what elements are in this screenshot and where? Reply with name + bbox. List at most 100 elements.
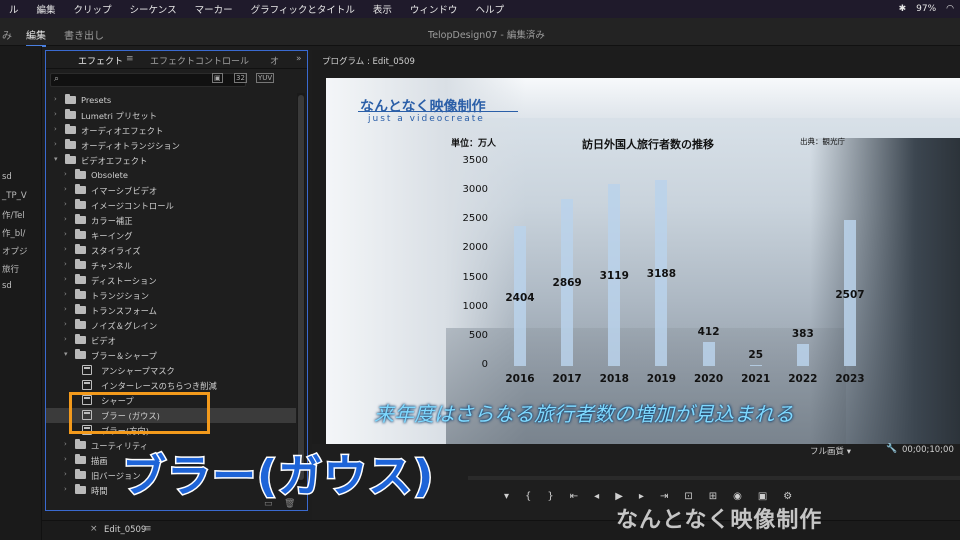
playback-timeline[interactable] [468, 476, 960, 480]
chevron-right-icon[interactable]: › [64, 230, 67, 238]
menu-item-0[interactable]: ル [0, 2, 28, 16]
project-item[interactable]: 作_bl/ [2, 227, 25, 239]
y-tick-label: 1500 [462, 271, 488, 283]
mark-in-icon[interactable]: { [525, 491, 531, 502]
chevron-right-icon[interactable]: › [64, 335, 67, 343]
workspace-bar: み 編集 書き出し TelopDesign07 - 編集済み [0, 18, 960, 47]
data-label: 412 [697, 325, 720, 338]
menu-item-edit[interactable]: 編集 [28, 2, 65, 16]
chevron-down-icon[interactable]: ▾ [64, 350, 68, 358]
project-item[interactable]: 作/Tel [2, 209, 25, 221]
effects-folder[interactable]: › Lumetri プリセット [46, 108, 296, 123]
chevron-right-icon[interactable]: › [64, 470, 67, 478]
effects-folder[interactable]: › カラー補正 [46, 213, 296, 228]
workspace-tab-export[interactable]: 書き出し [64, 27, 104, 42]
panel-menu-icon[interactable]: ≡ [126, 54, 134, 64]
menu-item-help[interactable]: ヘルプ [466, 2, 513, 16]
chevron-right-icon[interactable]: › [64, 185, 67, 193]
effect-item[interactable]: アンシャープマスク [46, 363, 296, 378]
folder-icon [75, 199, 86, 209]
add-marker-icon[interactable]: ▾ [504, 491, 509, 502]
chevron-right-icon[interactable]: › [64, 305, 67, 313]
effects-scroll-thumb[interactable] [298, 95, 304, 480]
accelerated-effects-icon[interactable]: ▣ [212, 73, 223, 83]
effects-folder[interactable]: › イメージコントロール [46, 198, 296, 213]
close-icon[interactable]: × [90, 524, 98, 534]
effects-folder[interactable]: › チャンネル [46, 258, 296, 273]
chevron-down-icon[interactable]: ▾ [54, 155, 58, 163]
effects-folder[interactable]: › Presets [46, 93, 296, 108]
effects-folder[interactable]: › スタイライズ [46, 243, 296, 258]
menu-item-clip[interactable]: クリップ [65, 2, 121, 16]
chevron-right-icon[interactable]: › [54, 140, 57, 148]
bluetooth-icon[interactable]: ✱ [899, 4, 907, 14]
timeline-tab[interactable]: Edit_0509 [104, 525, 146, 535]
chevron-right-icon[interactable]: › [54, 110, 57, 118]
32bit-effects-icon[interactable]: 32 [234, 73, 247, 83]
insert-icon[interactable]: ⊡ [684, 491, 692, 502]
panel-overflow-icon[interactable]: » [296, 54, 302, 64]
chevron-right-icon[interactable]: › [64, 215, 67, 223]
step-forward-icon[interactable]: ▸ [639, 491, 644, 502]
effects-folder[interactable]: ▾ ブラー＆シャープ [46, 348, 296, 363]
timecode-duration: 00;00;10;00 [902, 445, 954, 455]
project-item[interactable]: オプジ [2, 245, 28, 257]
effects-folder[interactable]: ▾ ビデオエフェクト [46, 153, 296, 168]
effects-folder[interactable]: › ノイズ＆グレイン [46, 318, 296, 333]
menu-item-view[interactable]: 表示 [364, 2, 401, 16]
effects-folder[interactable]: › Obsolete [46, 168, 296, 183]
effects-folder[interactable]: › トランスフォーム [46, 303, 296, 318]
window-title: TelopDesign07 - 編集済み [428, 30, 545, 41]
tab-more[interactable]: オ [270, 54, 279, 67]
data-label: 3188 [646, 267, 677, 280]
project-item[interactable]: 旅行 [2, 263, 19, 275]
playback-resolution-select[interactable]: フル画質 ▾ [810, 445, 851, 457]
play-icon[interactable]: ▶ [615, 491, 623, 502]
workspace-tab-edit[interactable]: 編集 [26, 27, 46, 47]
effects-folder[interactable]: › ビデオ [46, 333, 296, 348]
wifi-icon[interactable]: ◠ [946, 4, 954, 14]
chevron-right-icon[interactable]: › [64, 275, 67, 283]
export-frame-icon[interactable]: ◉ [733, 491, 742, 502]
chevron-right-icon[interactable]: › [64, 200, 67, 208]
chevron-right-icon[interactable]: › [64, 320, 67, 328]
effects-folder[interactable]: › キーイング [46, 228, 296, 243]
yuv-effects-icon[interactable]: YUV [256, 73, 275, 83]
data-label: 383 [791, 327, 814, 340]
project-item[interactable]: _TP_V [2, 191, 27, 201]
project-item[interactable]: sd [2, 281, 12, 291]
settings-icon[interactable]: ⚙ [783, 491, 792, 502]
workspace-tab-1[interactable]: み [2, 27, 12, 42]
go-to-in-icon[interactable]: ⇤ [570, 491, 578, 502]
chevron-right-icon[interactable]: › [64, 485, 67, 493]
effects-folder[interactable]: › ディストーション [46, 273, 296, 288]
tab-effect-controls[interactable]: エフェクトコントロール [150, 54, 249, 67]
project-item[interactable]: sd [2, 172, 12, 182]
chevron-right-icon[interactable]: › [64, 290, 67, 298]
mark-out-icon[interactable]: } [547, 491, 553, 502]
menu-item-sequence[interactable]: シーケンス [121, 2, 186, 16]
chevron-right-icon[interactable]: › [54, 125, 57, 133]
go-to-out-icon[interactable]: ⇥ [660, 491, 668, 502]
wrench-icon[interactable]: 🔧 [886, 444, 897, 454]
effects-folder[interactable]: › オーディオトランジション [46, 138, 296, 153]
menu-item-graphics[interactable]: グラフィックとタイトル [242, 2, 364, 16]
chevron-right-icon[interactable]: › [64, 260, 67, 268]
effects-folder[interactable]: › イマーシブビデオ [46, 183, 296, 198]
effects-folder[interactable]: › オーディオエフェクト [46, 123, 296, 138]
chevron-right-icon[interactable]: › [64, 455, 67, 463]
chevron-right-icon[interactable]: › [64, 170, 67, 178]
chevron-right-icon[interactable]: › [54, 95, 57, 103]
effect-item[interactable]: インターレースのちらつき削減 [46, 378, 296, 393]
chevron-right-icon[interactable]: › [64, 440, 67, 448]
menu-item-marker[interactable]: マーカー [186, 2, 242, 16]
tab-effects[interactable]: エフェクト [78, 54, 123, 67]
step-back-icon[interactable]: ◂ [594, 491, 599, 502]
effects-folder[interactable]: › トランジション [46, 288, 296, 303]
program-monitor-title[interactable]: プログラム : Edit_0509 [322, 55, 415, 67]
tab-menu-icon[interactable]: ≡ [144, 524, 152, 534]
chevron-right-icon[interactable]: › [64, 245, 67, 253]
compare-icon[interactable]: ▣ [758, 491, 767, 502]
menu-item-window[interactable]: ウィンドウ [401, 2, 467, 16]
overwrite-icon[interactable]: ⊞ [709, 491, 717, 502]
